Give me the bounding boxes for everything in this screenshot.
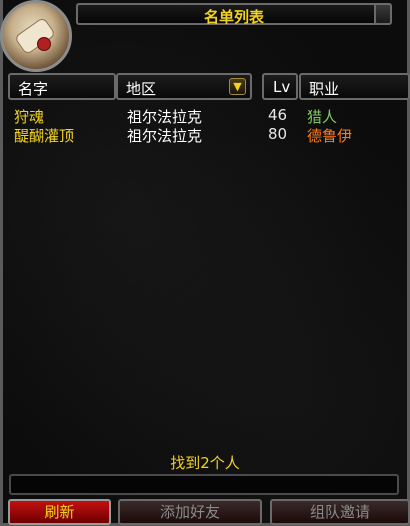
table-row[interactable]: 狩魂 祖尔法拉克 46 猎人 (14, 106, 394, 126)
row-zone: 祖尔法拉克 (127, 127, 203, 145)
row-name: 狩魂 (14, 108, 45, 126)
column-header-name[interactable]: 名字 (8, 73, 116, 100)
results-list: 狩魂 祖尔法拉克 46 猎人 醍醐灌顶 祖尔法拉克 80 德鲁伊 (14, 106, 394, 145)
dropdown-arrow-icon[interactable]: ▼ (229, 78, 246, 95)
window-title: 名单列表 (203, 8, 264, 26)
close-button[interactable] (374, 3, 392, 25)
column-header-level[interactable]: Lv (262, 73, 298, 100)
scroll-icon (13, 16, 57, 56)
row-level: 46 (268, 106, 288, 124)
group-invite-button[interactable]: 组队邀请 (270, 499, 410, 525)
who-search-input[interactable] (9, 474, 399, 495)
column-header-name-label: 名字 (18, 80, 49, 98)
column-header-class-label: 职业 (309, 80, 340, 98)
row-class: 猎人 (307, 108, 338, 126)
wax-seal-icon (37, 37, 51, 51)
title-bar[interactable]: 名单列表 (76, 3, 392, 26)
row-class: 德鲁伊 (307, 127, 353, 145)
table-row[interactable]: 醍醐灌顶 祖尔法拉克 80 德鲁伊 (14, 125, 394, 145)
column-header-zone-label: 地区 (126, 80, 157, 98)
column-header-zone[interactable]: 地区 ▼ (116, 73, 252, 100)
row-level: 80 (268, 125, 288, 143)
refresh-button[interactable]: 刷新 (8, 499, 111, 525)
row-zone: 祖尔法拉克 (127, 108, 203, 126)
row-name: 醍醐灌顶 (14, 127, 75, 145)
results-count-text: 找到2个人 (170, 454, 240, 472)
portrait-scroll-icon (0, 0, 72, 72)
add-friend-button[interactable]: 添加好友 (118, 499, 262, 525)
column-header-class[interactable]: 职业 (299, 73, 410, 100)
column-header-level-label: Lv (273, 78, 291, 96)
